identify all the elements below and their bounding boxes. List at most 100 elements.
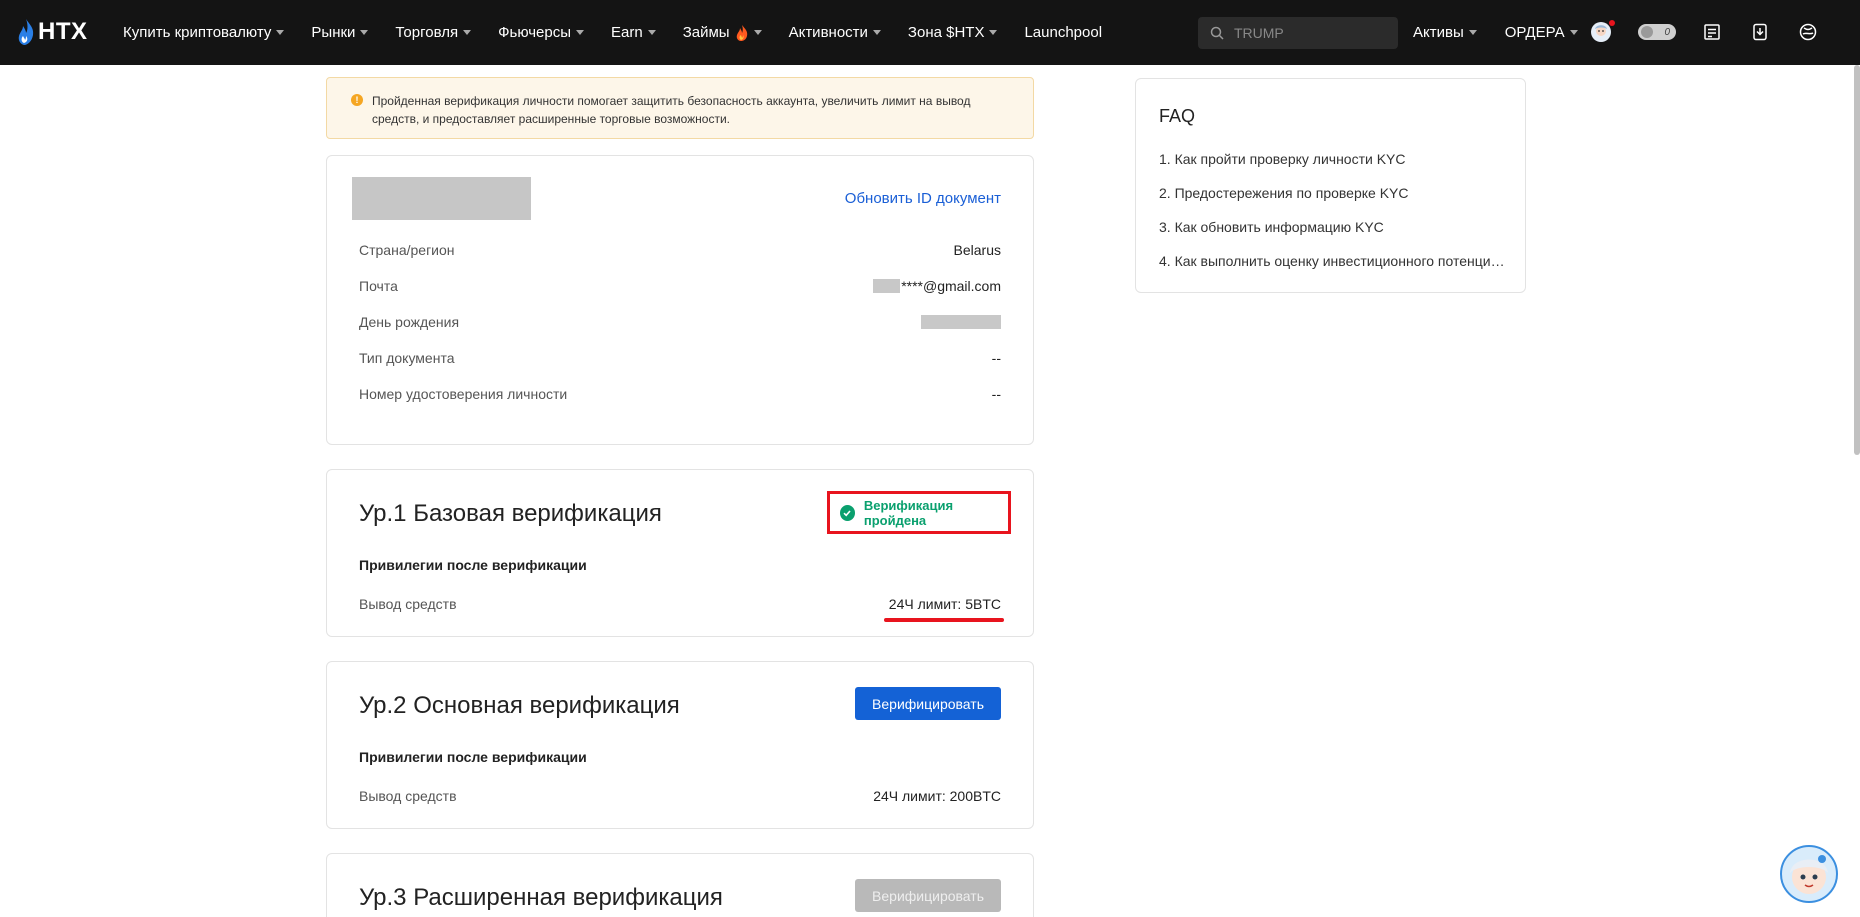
chevron-down-icon <box>989 30 998 35</box>
verified-status-badge: Верификация пройдена <box>827 491 1011 534</box>
info-label: Номер удостоверения личности <box>359 386 568 402</box>
faq-title: FAQ <box>1159 106 1196 126</box>
chevron-down-icon <box>1468 30 1477 35</box>
chevron-down-icon <box>647 30 656 35</box>
info-row-email: Почта ****@gmail.com <box>359 276 1001 296</box>
level-3-card: Ур.3 Расширенная верификация Верифициров… <box>326 853 1034 917</box>
nav-right: Активы ОРДЕРА <box>1413 0 1606 65</box>
assistant-mascot-icon <box>1790 855 1828 894</box>
info-value: ****@gmail.com <box>873 278 1001 294</box>
verify-button[interactable]: Верифицировать <box>855 687 1001 720</box>
email-text: ****@gmail.com <box>901 278 1001 294</box>
nav-label: Зона $HTX <box>907 24 985 41</box>
globe-icon <box>1799 23 1817 41</box>
app-download-icon <box>1753 23 1767 41</box>
row-value: 24Ч лимит: 200BTC <box>873 788 1001 804</box>
nav-earn[interactable]: Earn <box>611 24 656 41</box>
toggle-knob <box>1641 26 1653 38</box>
info-label: Страна/регион <box>359 242 455 258</box>
nav-launchpool[interactable]: Launchpool <box>1024 24 1102 41</box>
nav-label: Фьючерсы <box>498 24 572 41</box>
toggle-count: 0 <box>1664 26 1670 38</box>
info-row-country: Страна/регион Belarus <box>359 240 1001 260</box>
faq-panel: FAQ 1. Как пройти проверку личности KYC … <box>1135 78 1526 293</box>
withdraw-limit-row: Вывод средств 24Ч лимит: 5BTC <box>359 596 1001 612</box>
highlight-underline <box>884 618 1004 622</box>
info-value: -- <box>991 386 1001 402</box>
nav-label: Launchpool <box>1024 24 1103 41</box>
nav-label: Рынки <box>311 24 356 41</box>
top-navbar: HTX Купить криптовалюту Рынки Торговля Ф… <box>0 0 1860 65</box>
level-2-card: Ур.2 Основная верификация Верифицировать… <box>326 661 1034 829</box>
nav-label: Активности <box>788 24 868 41</box>
kyc-info-alert: ! Пройденная верификация личности помога… <box>326 77 1034 139</box>
nav-label: Торговля <box>395 24 459 41</box>
update-id-document-link[interactable]: Обновить ID документ <box>845 190 1001 207</box>
nav-label: Earn <box>611 24 643 41</box>
notification-dot <box>1609 20 1615 26</box>
nav-trade[interactable]: Торговля <box>395 24 472 41</box>
level-1-card: Ур.1 Базовая верификация Верификация про… <box>326 469 1034 637</box>
chevron-down-icon <box>1569 30 1578 35</box>
nav-activities[interactable]: Активности <box>789 24 881 41</box>
nav-htx-zone[interactable]: Зона $HTX <box>908 24 998 41</box>
info-row-document-type: Тип документа -- <box>359 348 1001 368</box>
level-title: Ур.3 Расширенная верификация <box>359 884 723 911</box>
language-icon[interactable] <box>1796 20 1820 44</box>
info-row-birthday: День рождения <box>359 312 1001 332</box>
row-label: Вывод средств <box>359 788 457 804</box>
level-title: Ур.1 Базовая верификация <box>359 500 662 527</box>
list-icon <box>1704 24 1720 40</box>
level-subtitle: Привилегии после верификации <box>359 749 587 765</box>
nav-label: ОРДЕРА <box>1504 24 1565 41</box>
faq-item[interactable]: 4. Как выполнить оценку инвестиционного … <box>1159 253 1509 269</box>
htx-logo[interactable]: HTX <box>16 18 88 46</box>
chevron-down-icon <box>360 30 369 35</box>
row-value: 24Ч лимит: 5BTC <box>888 596 1001 612</box>
toggle-icon[interactable]: 0 <box>1637 20 1677 44</box>
flame-logo-icon <box>18 19 34 45</box>
info-label: Почта <box>359 278 398 294</box>
info-value: -- <box>991 350 1001 366</box>
nav-assets[interactable]: Активы <box>1413 24 1477 41</box>
download-icon[interactable] <box>1748 20 1772 44</box>
redacted-name-block <box>352 177 531 220</box>
info-row-id-number: Номер удостоверения личности -- <box>359 384 1001 404</box>
support-assistant-button[interactable] <box>1780 845 1838 903</box>
fire-icon <box>736 24 747 41</box>
search-input[interactable] <box>1234 25 1374 41</box>
nav-futures[interactable]: Фьючерсы <box>498 24 585 41</box>
info-label: Тип документа <box>359 350 455 366</box>
nav-buy-crypto[interactable]: Купить криптовалюту <box>123 24 285 41</box>
nav-label: Займы <box>682 24 730 41</box>
faq-item[interactable]: 2. Предостережения по проверке KYC <box>1159 185 1509 201</box>
chevron-down-icon <box>463 30 472 35</box>
nav-label: Активы <box>1413 24 1464 41</box>
avatar[interactable] <box>1589 20 1615 44</box>
alert-text: Пройденная верификация личности помогает… <box>372 94 971 126</box>
faq-item[interactable]: 1. Как пройти проверку личности KYC <box>1159 151 1509 167</box>
search-icon <box>1210 26 1224 40</box>
chevron-down-icon <box>872 30 881 35</box>
faq-item[interactable]: 3. Как обновить информацию KYC <box>1159 219 1509 235</box>
status-text: Верификация пройдена <box>863 497 954 528</box>
check-circle-icon <box>840 504 855 521</box>
main-nav: Купить криптовалюту Рынки Торговля Фьюче… <box>123 0 1129 65</box>
chevron-down-icon <box>276 30 285 35</box>
nav-loans[interactable]: Займы <box>683 24 762 42</box>
row-label: Вывод средств <box>359 596 457 612</box>
search-box[interactable] <box>1198 17 1398 49</box>
redacted-birthday <box>921 315 1001 329</box>
verify-button-disabled[interactable]: Верифицировать <box>855 879 1001 912</box>
chevron-down-icon <box>753 30 762 35</box>
withdraw-limit-row: Вывод средств 24Ч лимит: 200BTC <box>359 788 1001 804</box>
info-value: Belarus <box>953 242 1001 258</box>
page-scrollbar[interactable] <box>1854 65 1860 455</box>
warning-icon: ! <box>351 94 363 106</box>
orders-list-icon[interactable] <box>1700 20 1724 44</box>
level-title: Ур.2 Основная верификация <box>359 692 680 719</box>
logo-text: HTX <box>38 18 88 45</box>
nav-markets[interactable]: Рынки <box>311 24 369 41</box>
nav-label: Купить криптовалюту <box>123 24 272 41</box>
nav-orders[interactable]: ОРДЕРА <box>1505 24 1578 41</box>
